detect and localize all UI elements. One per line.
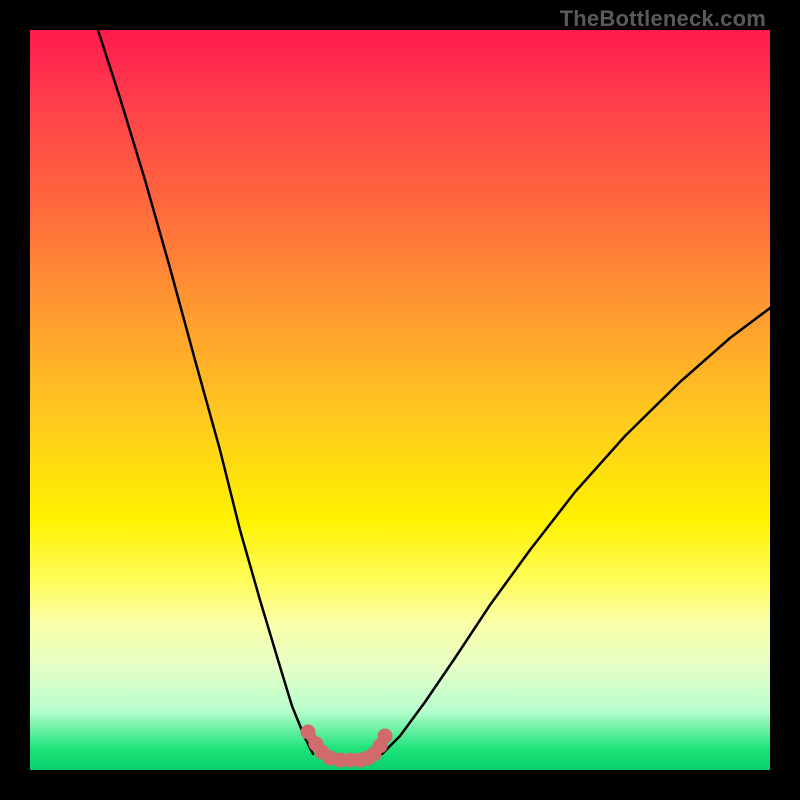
curve-layer bbox=[30, 30, 770, 770]
chart-frame: TheBottleneck.com bbox=[0, 0, 800, 800]
trough-dot bbox=[378, 729, 393, 744]
plot-area bbox=[30, 30, 770, 770]
curve-right-arm bbox=[382, 308, 770, 754]
watermark-text: TheBottleneck.com bbox=[560, 6, 766, 32]
curve-left-arm bbox=[98, 30, 313, 754]
